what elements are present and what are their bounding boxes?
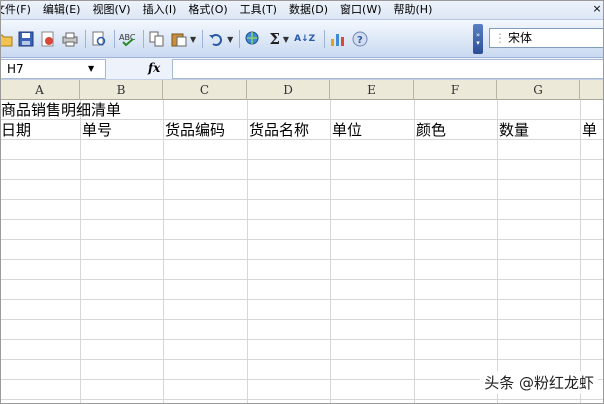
menu-view[interactable]: 视图(V)	[86, 1, 136, 19]
column-header-d[interactable]: D	[247, 80, 330, 100]
table-row	[0, 320, 604, 340]
undo-icon[interactable]	[206, 29, 226, 49]
font-name-select[interactable]: ⋮ 宋体	[489, 28, 604, 48]
watermark: 头条 @粉红龙虾	[480, 371, 598, 394]
autosum-dropdown-icon[interactable]: ▼	[283, 35, 289, 44]
column-header-row: A B C D E F G	[0, 80, 604, 100]
standard-toolbar: ABC ▼ ▼ Σ ▼ A↓Z ? » ▾ ⋮ 宋体	[0, 20, 604, 58]
header-cell-item-name[interactable]: 货品名称	[249, 120, 309, 140]
table-row	[0, 160, 604, 180]
column-header-f[interactable]: F	[414, 80, 497, 100]
insert-function-icon[interactable]: fx	[148, 61, 160, 75]
column-header-a[interactable]: A	[0, 80, 80, 100]
menu-file[interactable]: 文件(F)	[0, 1, 37, 19]
menu-edit[interactable]: 编辑(E)	[37, 1, 87, 19]
header-cell-partial[interactable]: 单	[582, 120, 597, 140]
table-row	[0, 280, 604, 300]
name-box-dropdown-icon[interactable]: ▼	[88, 64, 94, 73]
header-cell-unit[interactable]: 单位	[332, 120, 362, 140]
toolbar-separator	[324, 30, 326, 48]
gridline	[414, 100, 415, 404]
svg-text:?: ?	[357, 35, 363, 46]
gridline	[580, 100, 581, 404]
table-row	[0, 300, 604, 320]
menu-bar: 文件(F) 编辑(E) 视图(V) 插入(I) 格式(O) 工具(T) 数据(D…	[0, 0, 604, 20]
header-cell-date[interactable]: 日期	[1, 120, 31, 140]
open-icon[interactable]	[0, 29, 14, 49]
table-row	[0, 140, 604, 160]
spelling-icon[interactable]: ABC	[118, 29, 138, 49]
save-icon[interactable]	[16, 29, 36, 49]
chart-icon[interactable]	[328, 29, 348, 49]
header-cell-order-no[interactable]: 单号	[82, 120, 112, 140]
gridline	[80, 100, 81, 404]
hyperlink-icon[interactable]	[243, 29, 263, 49]
undo-dropdown-icon[interactable]: ▼	[227, 35, 233, 44]
gridline	[330, 100, 331, 404]
menu-window[interactable]: 窗口(W)	[334, 1, 387, 19]
table-row	[0, 340, 604, 360]
print-preview-icon[interactable]	[89, 29, 109, 49]
toolbar-options-handle[interactable]: » ▾	[473, 24, 483, 54]
font-name-value: 宋体	[508, 31, 533, 45]
formula-input[interactable]	[172, 59, 604, 79]
column-header-g[interactable]: G	[497, 80, 580, 100]
column-header-b[interactable]: B	[80, 80, 163, 100]
header-cell-color[interactable]: 颜色	[416, 120, 446, 140]
permission-icon[interactable]	[38, 29, 58, 49]
toolbar-separator	[143, 30, 144, 48]
toolbar-separator	[85, 30, 86, 48]
menu-format[interactable]: 格式(O)	[182, 1, 233, 19]
close-window-icon[interactable]: ×	[590, 2, 604, 16]
toolbar-separator	[202, 30, 204, 48]
table-row	[0, 220, 604, 240]
svg-text:ABC: ABC	[119, 33, 136, 42]
menu-data[interactable]: 数据(D)	[283, 1, 334, 19]
menu-help[interactable]: 帮助(H)	[388, 1, 439, 19]
paste-icon[interactable]	[169, 29, 189, 49]
cell-area[interactable]	[0, 100, 604, 404]
copy-icon[interactable]	[147, 29, 167, 49]
print-icon[interactable]	[60, 29, 80, 49]
toolbar-separator	[114, 30, 115, 48]
menu-insert[interactable]: 插入(I)	[137, 1, 183, 19]
header-cell-quantity[interactable]: 数量	[499, 120, 529, 140]
formula-bar: H7 ▼ fx	[0, 58, 604, 80]
autosum-icon[interactable]: Σ	[269, 30, 280, 48]
column-header-h[interactable]	[580, 80, 604, 100]
menu-tools[interactable]: 工具(T)	[234, 1, 283, 19]
table-row	[0, 240, 604, 260]
column-header-e[interactable]: E	[330, 80, 414, 100]
gridline	[497, 100, 498, 404]
table-row	[0, 180, 604, 200]
help-icon[interactable]: ?	[350, 29, 370, 49]
table-row	[0, 200, 604, 220]
gridline	[247, 100, 248, 404]
cell-a1-title[interactable]: 商品销售明细清单	[1, 100, 121, 120]
toolbar-separator	[239, 30, 241, 48]
table-row	[0, 260, 604, 280]
name-box-value: H7	[7, 62, 24, 76]
column-header-c[interactable]: C	[163, 80, 247, 100]
gridline	[163, 100, 164, 404]
paste-dropdown-icon[interactable]: ▼	[190, 35, 196, 44]
header-cell-item-code[interactable]: 货品编码	[165, 120, 225, 140]
spreadsheet-grid: A B C D E F G 商品销售明细清单 日期 单号 货品编码 货品名称 单…	[0, 80, 604, 404]
sort-ascending-icon[interactable]: A↓Z	[294, 34, 315, 44]
